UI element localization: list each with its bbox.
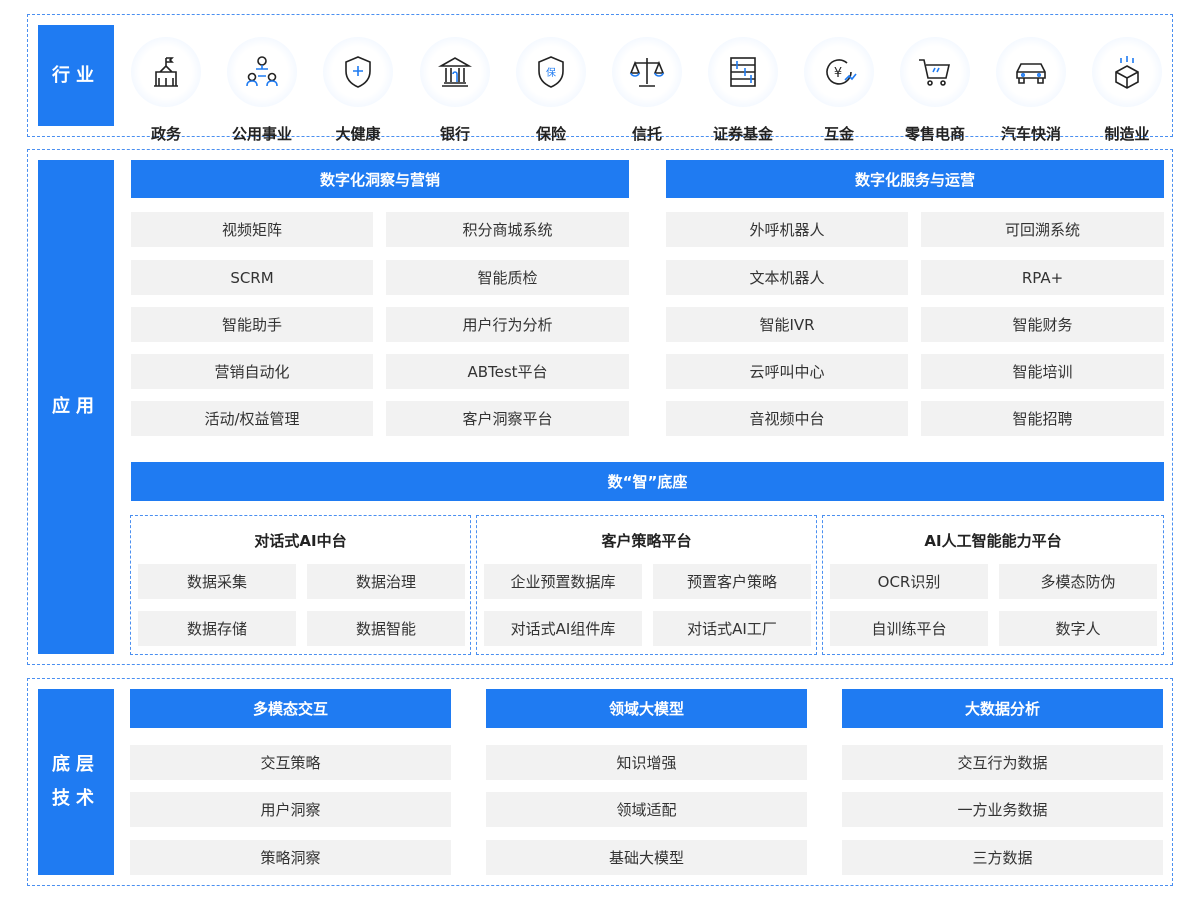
service-item[interactable]: 智能IVR (666, 307, 908, 342)
industry-label: 政务 (150, 125, 181, 143)
platform-item[interactable]: 数据智能 (307, 611, 465, 646)
industry-label: 公用事业 (231, 125, 292, 143)
tech-item[interactable]: 交互行为数据 (842, 745, 1163, 780)
yen-coin-icon: ¥ (804, 37, 874, 107)
tech-section: 底层技术 多模态交互 交互策略 用户洞察 策略洞察 领域大模型 知识增强 领域适… (27, 678, 1173, 886)
service-item[interactable]: 音视频中台 (666, 401, 908, 436)
base-header: 数“智”底座 (131, 462, 1164, 501)
insight-item[interactable]: 积分商城系统 (386, 212, 629, 247)
service-item[interactable]: 云呼叫中心 (666, 354, 908, 389)
insight-item[interactable]: SCRM (131, 260, 373, 295)
tech-header-domain-model: 领域大模型 (486, 689, 807, 728)
industry-item-auto[interactable]: 汽车快消 (991, 37, 1071, 144)
tech-item[interactable]: 领域适配 (486, 792, 807, 827)
insight-item[interactable]: 视频矩阵 (131, 212, 373, 247)
industry-item-insurance[interactable]: 保 保险 (511, 37, 591, 144)
industry-label: 银行 (439, 125, 470, 143)
scale-icon (612, 37, 682, 107)
industry-side-label: 行业 (38, 25, 114, 126)
platform-item[interactable]: 数据采集 (138, 564, 296, 599)
insight-item[interactable]: 智能质检 (386, 260, 629, 295)
industry-item-fintech[interactable]: ¥ 互金 (799, 37, 879, 144)
industry-item-government[interactable]: 政务 (126, 37, 206, 144)
tech-item[interactable]: 知识增强 (486, 745, 807, 780)
industry-label: 信托 (631, 125, 662, 143)
tech-item[interactable]: 策略洞察 (130, 840, 451, 875)
application-section: 应用 数字化洞察与营销 视频矩阵 积分商城系统 SCRM 智能质检 智能助手 用… (27, 149, 1173, 665)
platform-item[interactable]: 自训练平台 (830, 611, 988, 646)
platform-item[interactable]: 数据存储 (138, 611, 296, 646)
platform-title: 客户策略平台 (601, 532, 692, 550)
platform-ai-capability: AI人工智能能力平台 OCR识别 多模态防伪 自训练平台 数字人 (822, 515, 1164, 655)
platform-title: AI人工智能能力平台 (924, 532, 1062, 550)
health-shield-icon (323, 37, 393, 107)
platform-item[interactable]: 企业预置数据库 (484, 564, 642, 599)
service-header: 数字化服务与运营 (666, 160, 1164, 198)
industry-item-retail[interactable]: 零售电商 (895, 37, 975, 144)
platform-item[interactable]: 对话式AI工厂 (653, 611, 811, 646)
bank-icon (420, 37, 490, 107)
platform-item[interactable]: OCR识别 (830, 564, 988, 599)
industry-label: 大健康 (335, 125, 381, 143)
industry-label: 保险 (535, 125, 566, 143)
insurance-shield-icon: 保 (516, 37, 586, 107)
insight-item[interactable]: 活动/权益管理 (131, 401, 373, 436)
industry-item-securities[interactable]: 证券基金 (703, 37, 783, 144)
tech-item[interactable]: 一方业务数据 (842, 792, 1163, 827)
tech-item[interactable]: 交互策略 (130, 745, 451, 780)
platform-item[interactable]: 数字人 (999, 611, 1157, 646)
svg-text:保: 保 (546, 66, 556, 79)
platform-item[interactable]: 对话式AI组件库 (484, 611, 642, 646)
platform-title: 对话式AI中台 (254, 532, 347, 550)
application-side-label: 应用 (38, 160, 114, 654)
industry-item-health[interactable]: 大健康 (318, 37, 398, 144)
industry-item-trust[interactable]: 信托 (607, 37, 687, 144)
industry-label: 汽车快消 (1000, 125, 1061, 143)
insight-item[interactable]: ABTest平台 (386, 354, 629, 389)
government-building-icon (131, 37, 201, 107)
tech-item[interactable]: 用户洞察 (130, 792, 451, 827)
insight-item[interactable]: 智能助手 (131, 307, 373, 342)
tech-item[interactable]: 基础大模型 (486, 840, 807, 875)
insight-item[interactable]: 客户洞察平台 (386, 401, 629, 436)
tech-side-label: 底层技术 (38, 689, 114, 875)
industry-item-bank[interactable]: 银行 (415, 37, 495, 144)
insight-item[interactable]: 用户行为分析 (386, 307, 629, 342)
tech-item[interactable]: 三方数据 (842, 840, 1163, 875)
industry-label: 互金 (823, 125, 854, 143)
service-item[interactable]: 外呼机器人 (666, 212, 908, 247)
platform-item[interactable]: 数据治理 (307, 564, 465, 599)
insight-header: 数字化洞察与营销 (131, 160, 629, 198)
svg-text:¥: ¥ (834, 66, 842, 81)
tech-header-big-data: 大数据分析 (842, 689, 1163, 728)
car-icon (996, 37, 1066, 107)
service-item[interactable]: 智能财务 (921, 307, 1164, 342)
industry-label: 零售电商 (904, 125, 965, 143)
insight-item[interactable]: 营销自动化 (131, 354, 373, 389)
service-item[interactable]: 智能培训 (921, 354, 1164, 389)
service-item[interactable]: 智能招聘 (921, 401, 1164, 436)
industry-label: 制造业 (1104, 125, 1150, 143)
service-item[interactable]: 可回溯系统 (921, 212, 1164, 247)
service-item[interactable]: RPA+ (921, 260, 1164, 295)
cube-icon (1092, 37, 1162, 107)
platform-customer-strategy: 客户策略平台 企业预置数据库 预置客户策略 对话式AI组件库 对话式AI工厂 (476, 515, 817, 655)
people-network-icon (227, 37, 297, 107)
platform-dialog-ai: 对话式AI中台 数据采集 数据治理 数据存储 数据智能 (130, 515, 471, 655)
industry-item-manufacturing[interactable]: 制造业 (1087, 37, 1167, 144)
shopping-cart-icon (900, 37, 970, 107)
chart-board-icon (708, 37, 778, 107)
industry-section: 行业 政务 公用事业 大健康 银行 保 保险 信托 证券基金 ¥ 互金 零售电商… (27, 14, 1173, 143)
industry-label: 证券基金 (712, 125, 773, 143)
industry-item-utilities[interactable]: 公用事业 (222, 37, 302, 144)
platform-item[interactable]: 预置客户策略 (653, 564, 811, 599)
tech-header-multimodal: 多模态交互 (130, 689, 451, 728)
platform-item[interactable]: 多模态防伪 (999, 564, 1157, 599)
service-item[interactable]: 文本机器人 (666, 260, 908, 295)
